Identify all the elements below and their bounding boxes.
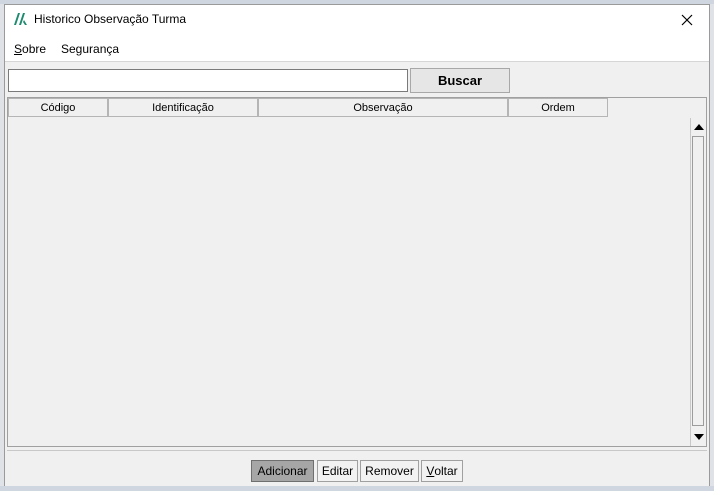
column-header-codigo[interactable]: Código bbox=[8, 98, 108, 117]
edit-button[interactable]: Editar bbox=[317, 460, 358, 482]
search-button[interactable]: Buscar bbox=[410, 68, 510, 93]
back-button[interactable]: Voltar bbox=[421, 460, 463, 482]
menu-item-sobre[interactable]: Sobre bbox=[14, 42, 46, 56]
client-area: Buscar Código Identificação Observação O… bbox=[5, 61, 709, 486]
search-input[interactable] bbox=[8, 69, 408, 92]
scroll-track[interactable] bbox=[692, 136, 704, 426]
close-icon bbox=[681, 14, 693, 26]
close-button[interactable] bbox=[665, 5, 709, 35]
results-grid[interactable]: Código Identificação Observação Ordem bbox=[7, 97, 707, 447]
title-bar[interactable]: Historico Observação Turma bbox=[5, 5, 709, 35]
window-title: Historico Observação Turma bbox=[34, 12, 187, 26]
column-header-identificacao[interactable]: Identificação bbox=[108, 98, 258, 117]
app-logo-icon bbox=[14, 13, 27, 25]
vertical-scrollbar[interactable] bbox=[690, 118, 706, 446]
background-app-bottom bbox=[0, 486, 714, 491]
scroll-down-arrow-icon[interactable] bbox=[694, 434, 704, 440]
button-bar: Adicionar Editar Remover Voltar bbox=[7, 450, 707, 485]
menu-bar: Sobre Segurança bbox=[5, 35, 709, 61]
add-button[interactable]: Adicionar bbox=[251, 460, 314, 482]
dialog-window: Historico Observação Turma Sobre Seguran… bbox=[4, 4, 710, 486]
column-header-ordem[interactable]: Ordem bbox=[508, 98, 608, 117]
menu-item-seguranca[interactable]: Segurança bbox=[61, 42, 119, 56]
scroll-up-arrow-icon[interactable] bbox=[694, 124, 704, 130]
column-header-observacao[interactable]: Observação bbox=[258, 98, 508, 117]
remove-button[interactable]: Remover bbox=[360, 460, 419, 482]
